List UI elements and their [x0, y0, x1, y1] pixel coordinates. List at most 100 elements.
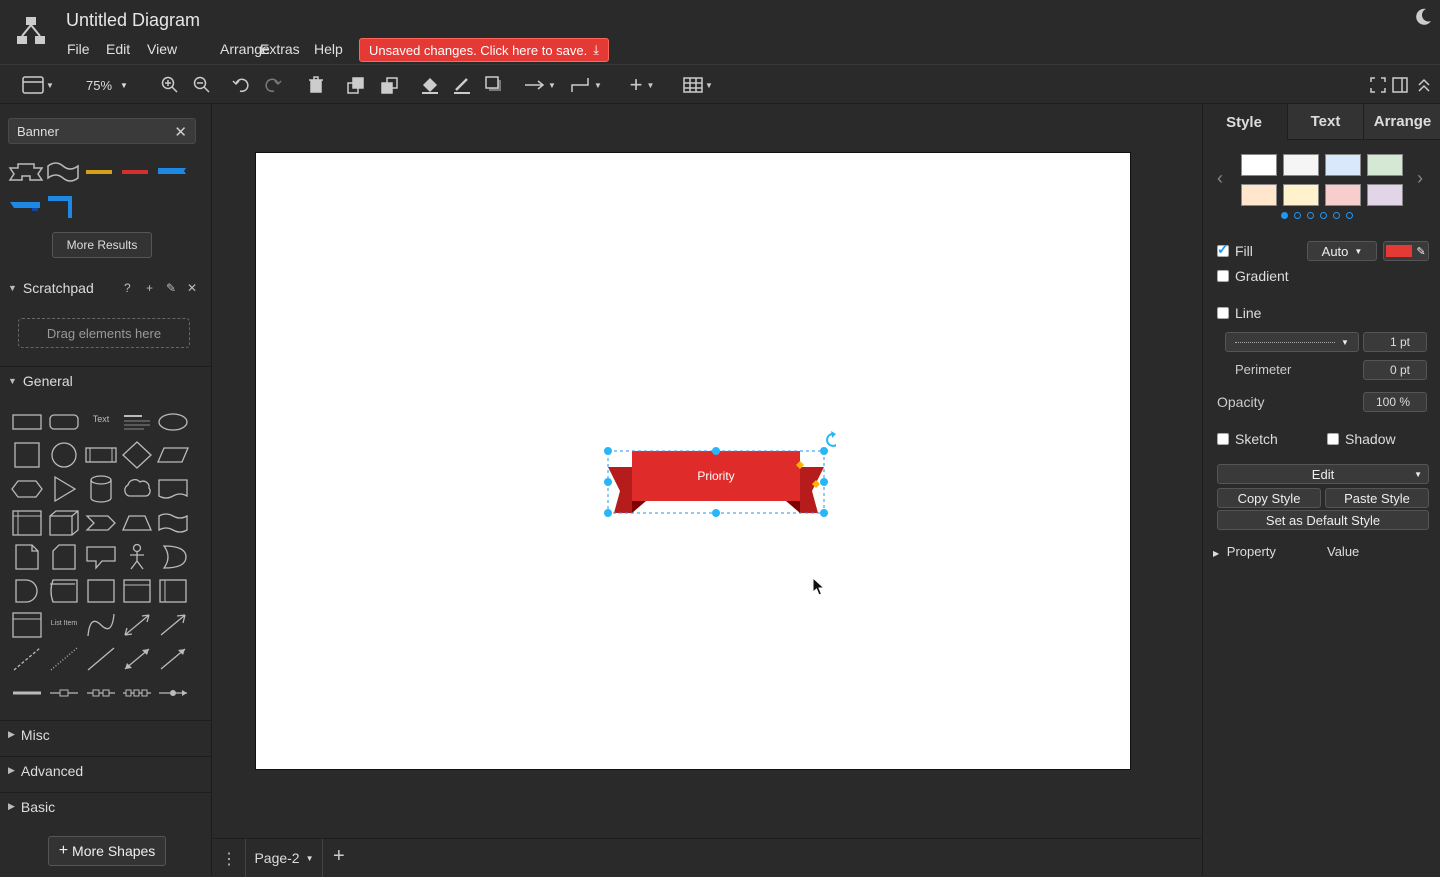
insert-dropdown[interactable]: + ▼: [622, 73, 662, 97]
shape-data-storage[interactable]: [47, 576, 81, 606]
to-front-icon[interactable]: [344, 73, 368, 97]
shape-connector-with-symbol[interactable]: [156, 678, 190, 708]
shadow-icon[interactable]: [482, 73, 506, 97]
result-blue-corner-shape[interactable]: [48, 192, 80, 220]
shape-cube[interactable]: [47, 508, 81, 538]
fullscreen-icon[interactable]: [1366, 73, 1390, 97]
sidebar-toggle-icon[interactable]: ▼: [20, 73, 56, 97]
scratchpad-section-header[interactable]: ▼ Scratchpad: [0, 274, 212, 302]
shape-card[interactable]: [47, 542, 81, 572]
result-blue-ribbon-shape[interactable]: [158, 166, 186, 176]
swatch-1[interactable]: [1241, 154, 1277, 176]
more-shapes-button[interactable]: + More Shapes: [48, 836, 166, 866]
edit-style-button[interactable]: Edit ▼: [1217, 464, 1429, 484]
advanced-section-header[interactable]: ▶ Advanced: [0, 756, 212, 784]
fill-mode-select[interactable]: Auto ▼: [1307, 241, 1377, 261]
chevron-left-icon[interactable]: ‹: [1217, 168, 1223, 189]
tab-style[interactable]: Style: [1203, 104, 1285, 140]
shape-vertical-container[interactable]: [120, 576, 154, 606]
result-banner-shape[interactable]: [8, 160, 44, 184]
result-blue-tag-shape[interactable]: [10, 200, 40, 212]
shape-trapezoid[interactable]: [120, 508, 154, 538]
menu-view[interactable]: View: [147, 41, 177, 57]
shape-diamond[interactable]: [120, 440, 154, 470]
shape-ellipse[interactable]: [156, 406, 190, 436]
undo-icon[interactable]: [228, 73, 252, 97]
shape-connector-with-label[interactable]: [47, 678, 81, 708]
shape-process[interactable]: [84, 440, 118, 470]
shape-parallelogram[interactable]: [156, 440, 190, 470]
shape-list[interactable]: [10, 610, 44, 640]
shape-cloud[interactable]: [120, 474, 154, 504]
shape-note[interactable]: [10, 542, 44, 572]
more-results-button[interactable]: More Results: [52, 232, 152, 258]
line-width-input[interactable]: 1 pt: [1363, 332, 1427, 352]
chevron-right-icon[interactable]: ›: [1417, 168, 1423, 189]
gradient-checkbox[interactable]: Gradient: [1217, 268, 1289, 284]
fill-color-picker[interactable]: ✎: [1383, 241, 1429, 261]
dark-mode-icon[interactable]: [1412, 6, 1434, 28]
shape-line[interactable]: [84, 644, 118, 674]
set-default-style-button[interactable]: Set as Default Style: [1217, 510, 1429, 530]
to-back-icon[interactable]: [378, 73, 402, 97]
shape-textbox[interactable]: [120, 406, 154, 436]
waypoints-dropdown[interactable]: ▼: [566, 73, 606, 97]
shadow-checkbox[interactable]: Shadow: [1327, 431, 1396, 447]
menu-edit[interactable]: Edit: [106, 41, 130, 57]
collapse-icon[interactable]: [1412, 73, 1436, 97]
menu-extras[interactable]: Extras: [260, 41, 300, 57]
diagram-page[interactable]: Priority: [255, 152, 1131, 770]
shape-container[interactable]: [84, 576, 118, 606]
shape-circle[interactable]: [47, 440, 81, 470]
shape-dotted-line[interactable]: [47, 644, 81, 674]
shape-directional-connector[interactable]: [156, 644, 190, 674]
redo-icon[interactable]: [262, 73, 286, 97]
close-icon[interactable]: ✕: [187, 281, 197, 295]
shape-square[interactable]: [10, 440, 44, 470]
shape-callout[interactable]: [84, 542, 118, 572]
shape-and[interactable]: [10, 576, 44, 606]
options-menu-icon[interactable]: ⋮: [221, 849, 237, 869]
shape-tape[interactable]: [156, 508, 190, 538]
result-wave-banner-shape[interactable]: [46, 160, 80, 184]
scratchpad-drop-zone[interactable]: Drag elements here: [18, 318, 190, 348]
add-icon[interactable]: +: [146, 281, 153, 295]
format-panel-icon[interactable]: [1388, 73, 1412, 97]
shape-internal-storage[interactable]: [10, 508, 44, 538]
shape-actor[interactable]: [120, 542, 154, 572]
tab-text[interactable]: Text: [1287, 104, 1363, 140]
shape-connector-with-2-labels[interactable]: [84, 678, 118, 708]
general-section-header[interactable]: ▼ General: [0, 366, 212, 394]
paste-style-button[interactable]: Paste Style: [1325, 488, 1429, 508]
shape-document[interactable]: [156, 474, 190, 504]
tab-arrange[interactable]: Arrange: [1363, 104, 1440, 140]
swatch-2[interactable]: [1283, 154, 1319, 176]
zoom-in-icon[interactable]: [158, 73, 182, 97]
line-pattern-select[interactable]: ▼: [1225, 332, 1359, 352]
tab-page-2[interactable]: Page-2 ▼: [245, 839, 323, 877]
zoom-out-icon[interactable]: [190, 73, 214, 97]
shape-bidirectional-connector[interactable]: [120, 644, 154, 674]
shape-cylinder[interactable]: [84, 474, 118, 504]
menu-help[interactable]: Help: [314, 41, 343, 57]
shape-bidirectional-arrow[interactable]: [120, 610, 154, 640]
swatch-7[interactable]: [1325, 184, 1361, 206]
edit-icon[interactable]: ✎: [166, 281, 176, 295]
menu-file[interactable]: File: [67, 41, 90, 57]
opacity-input[interactable]: 100 %: [1363, 392, 1427, 412]
delete-icon[interactable]: [304, 73, 328, 97]
swatch-6[interactable]: [1283, 184, 1319, 206]
add-page-icon[interactable]: +: [333, 845, 345, 868]
swatch-4[interactable]: [1367, 154, 1403, 176]
shape-step[interactable]: [84, 508, 118, 538]
swatch-5[interactable]: [1241, 184, 1277, 206]
result-orange-ribbon-shape[interactable]: [86, 168, 112, 176]
swatch-3[interactable]: [1325, 154, 1361, 176]
zoom-dropdown[interactable]: 75% ▼: [72, 73, 142, 97]
line-color-icon[interactable]: [450, 73, 474, 97]
fill-checkbox[interactable]: Fill: [1217, 241, 1253, 259]
swatch-page-dots[interactable]: [1281, 212, 1353, 219]
shape-search-input[interactable]: Banner ✕: [8, 118, 196, 144]
shape-link[interactable]: [10, 678, 44, 708]
swatch-8[interactable]: [1367, 184, 1403, 206]
